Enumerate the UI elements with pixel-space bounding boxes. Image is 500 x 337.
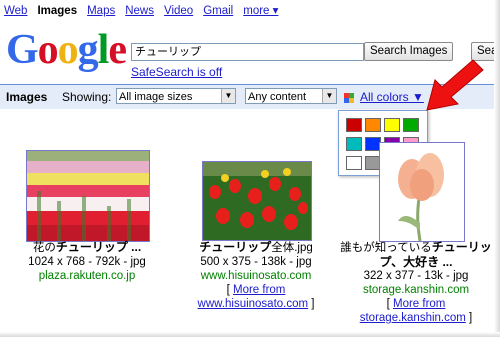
nav-news[interactable]: News (125, 5, 154, 17)
more-from-site-line: storage.kanshin.com ] (336, 311, 496, 325)
logo-letter: o (37, 27, 59, 73)
nav-more[interactable]: more ▾ (243, 5, 278, 17)
result-thumbnail-2[interactable] (202, 161, 312, 241)
color-grid-icon (344, 93, 354, 103)
nav-web[interactable]: Web (4, 5, 27, 17)
bracket: ] (465, 312, 473, 324)
safesearch-link[interactable]: SafeSearch is off (131, 65, 222, 79)
color-swatch-green[interactable] (403, 118, 419, 132)
search-input[interactable]: チューリップ (131, 43, 364, 61)
result-title[interactable]: チューリップ全体.jpg (180, 240, 332, 255)
color-swatch-red[interactable] (346, 118, 362, 132)
peach-tulip-image (380, 143, 464, 241)
red-arrow-icon (426, 59, 484, 111)
content-select[interactable]: Any content ▼ (245, 88, 337, 104)
result-title-prefix: 花の (32, 242, 56, 254)
more-from-link[interactable]: More from (233, 284, 285, 296)
more-from-site-link[interactable]: storage.kanshin.com (360, 312, 466, 324)
result-title-line2: プ、大好き ... (379, 255, 453, 269)
result-title[interactable]: 花のチューリップ ... (12, 240, 162, 255)
size-select[interactable]: All image sizes ▼ (116, 88, 236, 104)
result-info-2: チューリップ全体.jpg 500 x 375 - 138k - jpg www.… (180, 240, 332, 311)
result-title-suffix: 全体.jpg (271, 242, 313, 254)
result-thumbnail-1[interactable] (26, 150, 150, 242)
all-colors-dropdown[interactable]: All colors ▼ (360, 90, 424, 104)
arrow-shape (426, 59, 484, 111)
chevron-down-icon: ▼ (221, 89, 235, 103)
color-swatch-orange[interactable] (365, 118, 381, 132)
tulip-field-image (27, 151, 149, 241)
result-site: storage.kanshin.com (362, 284, 470, 296)
result-title-bold: チューリップ ... (55, 240, 142, 254)
result-title-bold: チューリップ (199, 240, 272, 254)
nav-images[interactable]: Images (37, 5, 77, 17)
color-swatch-yellow[interactable] (384, 118, 400, 132)
toolbar-title: Images (6, 90, 48, 104)
color-swatch-teal[interactable] (346, 137, 362, 151)
nav-maps[interactable]: Maps (87, 5, 115, 17)
result-site: www.hisuinosato.com (200, 270, 312, 282)
logo-letter: o (57, 27, 79, 73)
frame-edge-bottom (0, 332, 500, 337)
result-title[interactable]: 誰もが知っているチューリッ (336, 240, 496, 255)
more-from-site-line: www.hisuinosato.com ] (180, 297, 332, 311)
result-info-3: 誰もが知っているチューリッ プ、大好き ... 322 x 377 - 13k … (336, 240, 496, 325)
showing-label: Showing: (62, 90, 112, 104)
color-cell (349, 98, 354, 103)
size-select-value: All image sizes (119, 91, 193, 103)
nav-gmail[interactable]: Gmail (203, 5, 233, 17)
logo-letter: G (6, 27, 39, 73)
logo-letter: l (97, 27, 110, 73)
content-select-value: Any content (248, 91, 307, 103)
google-logo[interactable]: Google (6, 27, 127, 73)
more-from-link[interactable]: More from (393, 298, 445, 310)
chevron-down-icon: ▼ (322, 89, 336, 103)
more-from-site-link[interactable]: www.hisuinosato.com (198, 298, 309, 310)
result-meta: 500 x 375 - 138k - jpg (200, 256, 312, 268)
result-thumbnail-3[interactable] (379, 142, 465, 242)
logo-letter: e (108, 27, 127, 73)
red-tulips-image (203, 162, 311, 240)
result-meta: 1024 x 768 - 792k - jpg (28, 256, 146, 268)
result-title-prefix: 誰もが知っている (340, 242, 432, 254)
result-meta: 322 x 377 - 13k - jpg (363, 270, 469, 282)
logo-letter: g (77, 27, 99, 73)
more-from-line: [ More from (336, 297, 496, 311)
bracket: ] (308, 298, 315, 310)
frame-edge-right (494, 0, 500, 337)
result-info-1: 花のチューリップ ... 1024 x 768 - 792k - jpg pla… (12, 240, 162, 283)
result-title-bold: チューリッ (431, 240, 492, 254)
color-swatch-white[interactable] (346, 156, 362, 170)
more-from-line: [ More from (180, 283, 332, 297)
top-nav: Web Images Maps News Video Gmail more ▾ (4, 3, 288, 17)
nav-video[interactable]: Video (164, 5, 193, 17)
result-site: plaza.rakuten.co.jp (38, 270, 136, 282)
